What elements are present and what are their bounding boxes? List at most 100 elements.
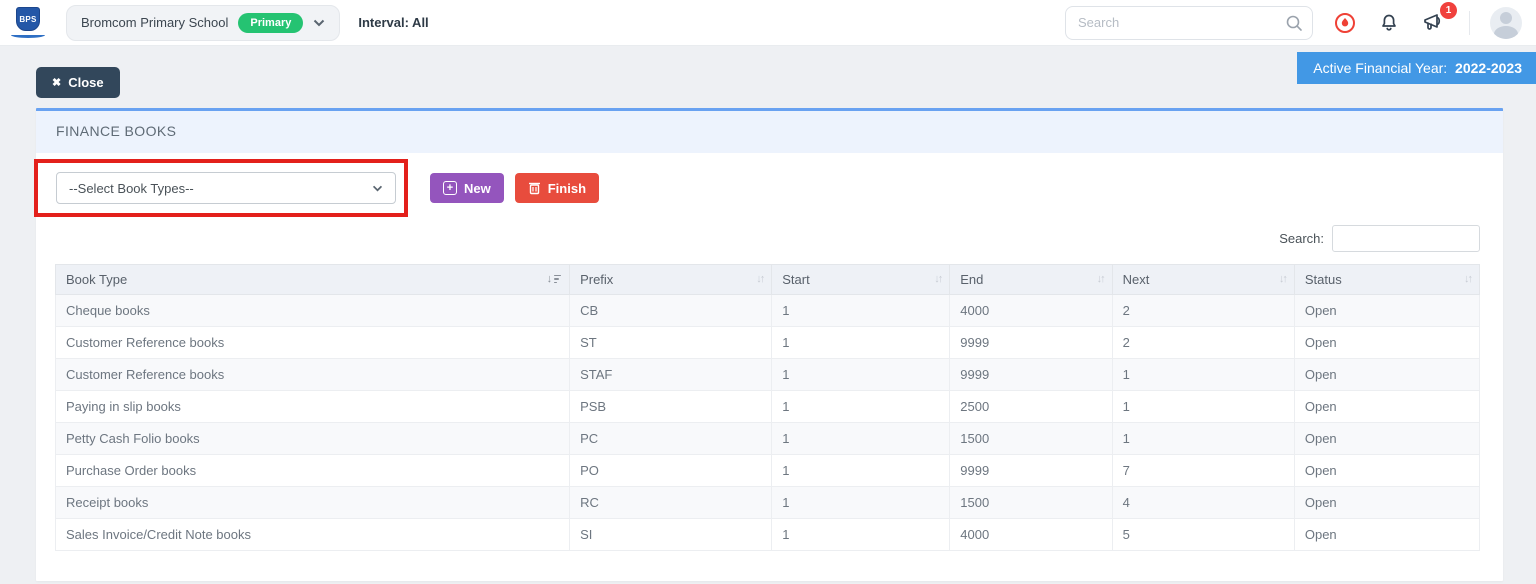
new-button-label: New <box>464 181 491 196</box>
search-icon[interactable] <box>1285 14 1303 32</box>
table-cell: Open <box>1294 327 1479 359</box>
column-header-prefix[interactable]: Prefix ↓↑ <box>570 265 772 295</box>
table-cell: 1 <box>772 519 950 551</box>
column-label: Prefix <box>580 272 613 287</box>
column-header-book-type[interactable]: Book Type↓ <box>56 265 570 295</box>
table-cell: SI <box>570 519 772 551</box>
table-cell: 9999 <box>950 327 1112 359</box>
announcements-megaphone-icon[interactable]: 1 <box>1421 10 1449 36</box>
table-cell: 1 <box>772 423 950 455</box>
panel-header: FINANCE BOOKS <box>36 111 1503 153</box>
notifications-bell-icon[interactable] <box>1377 11 1401 35</box>
table-search-label: Search: <box>1279 231 1324 246</box>
table-cell: CB <box>570 295 772 327</box>
table-cell: 9999 <box>950 455 1112 487</box>
close-icon: ✖ <box>52 76 61 89</box>
top-navbar: BPS Bromcom Primary School Primary Inter… <box>0 0 1536 46</box>
logo-text: BPS <box>19 15 36 24</box>
table-row[interactable]: Customer Reference booksSTAF199991Open <box>56 359 1480 391</box>
table-cell: Customer Reference books <box>56 359 570 391</box>
table-row[interactable]: Customer Reference booksST199992Open <box>56 327 1480 359</box>
interval-label: Interval: All <box>358 15 428 30</box>
school-name: Bromcom Primary School <box>81 15 228 30</box>
table-cell: Cheque books <box>56 295 570 327</box>
school-selector[interactable]: Bromcom Primary School Primary <box>66 5 340 41</box>
active-year-value: 2022-2023 <box>1455 60 1522 76</box>
table-cell: 1 <box>772 359 950 391</box>
table-body: Cheque booksCB140002OpenCustomer Referen… <box>56 295 1480 551</box>
table-row[interactable]: Receipt booksRC115004Open <box>56 487 1480 519</box>
table-cell: PC <box>570 423 772 455</box>
table-row[interactable]: Sales Invoice/Credit Note booksSI140005O… <box>56 519 1480 551</box>
table-cell: STAF <box>570 359 772 391</box>
new-button[interactable]: + New <box>430 173 504 203</box>
plus-icon: + <box>443 181 457 195</box>
table-row[interactable]: Petty Cash Folio booksPC115001Open <box>56 423 1480 455</box>
table-row[interactable]: Cheque booksCB140002Open <box>56 295 1480 327</box>
column-label: Book Type <box>66 272 127 287</box>
table-search: Search: <box>55 225 1480 252</box>
table-cell: 1 <box>772 455 950 487</box>
finish-button-label: Finish <box>548 181 586 196</box>
column-label: Next <box>1123 272 1150 287</box>
table-row[interactable]: Paying in slip booksPSB125001Open <box>56 391 1480 423</box>
table-cell: Open <box>1294 519 1479 551</box>
hot-updates-icon[interactable] <box>1333 11 1357 35</box>
shield-logo-icon: BPS <box>16 7 40 31</box>
column-header-start[interactable]: Start ↓↑ <box>772 265 950 295</box>
school-phase-badge: Primary <box>238 13 303 33</box>
book-type-select-value: --Select Book Types-- <box>69 181 194 196</box>
sort-icon: ↓↑ <box>1464 273 1471 285</box>
sort-icon: ↓↑ <box>756 273 763 285</box>
table-head-row: Book Type↓Prefix↓↑Start↓↑End↓↑Next↓↑Stat… <box>56 265 1480 295</box>
book-type-select[interactable]: --Select Book Types-- <box>56 172 396 204</box>
sort-icon: ↓↑ <box>934 273 941 285</box>
global-search <box>1065 6 1313 40</box>
table-cell: Petty Cash Folio books <box>56 423 570 455</box>
table-search-input[interactable] <box>1332 225 1480 252</box>
table-cell: 4 <box>1112 487 1294 519</box>
page-title: FINANCE BOOKS <box>56 123 176 139</box>
school-logo[interactable]: BPS <box>8 7 48 38</box>
table-cell: 7 <box>1112 455 1294 487</box>
table-cell: Open <box>1294 487 1479 519</box>
table-cell: 1500 <box>950 487 1112 519</box>
sort-icon: ↓↑ <box>1097 273 1104 285</box>
table-cell: ST <box>570 327 772 359</box>
table-cell: 1 <box>1112 359 1294 391</box>
sort-icon: ↓↑ <box>1279 273 1286 285</box>
global-search-input[interactable] <box>1065 6 1313 40</box>
table-cell: Paying in slip books <box>56 391 570 423</box>
finance-books-panel: FINANCE BOOKS --Select Book Types-- + Ne… <box>36 108 1503 581</box>
toolbar-row: ✖ Close Active Financial Year: 2022-2023 <box>0 46 1536 108</box>
active-financial-year-banner: Active Financial Year: 2022-2023 <box>1297 52 1536 84</box>
table-cell: 4000 <box>950 519 1112 551</box>
chevron-down-icon <box>372 185 383 192</box>
table-cell: 1 <box>772 327 950 359</box>
table-cell: 1 <box>772 487 950 519</box>
finance-books-table: Book Type↓Prefix↓↑Start↓↑End↓↑Next↓↑Stat… <box>55 264 1480 551</box>
column-header-status[interactable]: Status ↓↑ <box>1294 265 1479 295</box>
column-label: Start <box>782 272 809 287</box>
close-label: Close <box>68 75 103 90</box>
finish-button[interactable]: Finish <box>515 173 599 203</box>
table-cell: Open <box>1294 295 1479 327</box>
table-cell: Open <box>1294 359 1479 391</box>
user-avatar[interactable] <box>1490 7 1522 39</box>
logo-wave-decoration <box>11 32 45 38</box>
table-cell: Open <box>1294 391 1479 423</box>
close-button[interactable]: ✖ Close <box>36 67 120 98</box>
chevron-down-icon <box>313 19 325 27</box>
table-cell: RC <box>570 487 772 519</box>
table-row[interactable]: Purchase Order booksPO199997Open <box>56 455 1480 487</box>
column-header-next[interactable]: Next ↓↑ <box>1112 265 1294 295</box>
column-header-end[interactable]: End↓↑ <box>950 265 1112 295</box>
table-cell: 9999 <box>950 359 1112 391</box>
trash-icon <box>528 181 541 195</box>
table-cell: 1 <box>772 295 950 327</box>
table-cell: 1 <box>772 391 950 423</box>
column-label: Status <box>1305 272 1342 287</box>
navbar-divider <box>1469 11 1470 35</box>
table-cell: 4000 <box>950 295 1112 327</box>
table-cell: Open <box>1294 423 1479 455</box>
